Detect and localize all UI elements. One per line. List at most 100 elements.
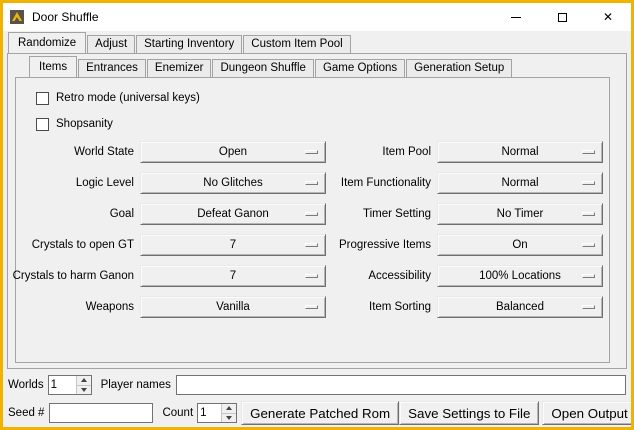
item-functionality-value: Normal	[501, 177, 538, 189]
tab-dungeon-shuffle[interactable]: Dungeon Shuffle	[212, 59, 313, 77]
main-tab-bar: Randomize Adjust Starting Inventory Cust…	[8, 33, 352, 53]
tab-generation-setup[interactable]: Generation Setup	[406, 59, 512, 77]
arrow-down-icon	[226, 416, 232, 420]
dropdown-indicator-icon	[582, 243, 595, 247]
randomize-sub-tab-bar: Items Entrances Enemizer Dungeon Shuffle…	[29, 57, 513, 77]
seed-input[interactable]	[49, 403, 153, 423]
item-sorting-dropdown[interactable]: Balanced	[437, 296, 603, 318]
count-spin-up-button[interactable]	[222, 404, 236, 413]
world-state-label: World State	[74, 146, 134, 158]
tab-randomize[interactable]: Randomize	[8, 32, 86, 53]
item-functionality-label: Item Functionality	[341, 177, 431, 189]
accessibility-dropdown[interactable]: 100% Locations	[437, 265, 603, 287]
worlds-label: Worlds	[8, 379, 44, 391]
item-pool-label: Item Pool	[382, 146, 431, 158]
dropdown-indicator-icon	[305, 212, 318, 216]
dropdown-indicator-icon	[582, 181, 595, 185]
dropdown-indicator-icon	[582, 305, 595, 309]
worlds-spin-up-button[interactable]	[77, 376, 91, 385]
item-sorting-value: Balanced	[496, 301, 544, 313]
arrow-up-icon	[81, 378, 87, 382]
worlds-input[interactable]	[49, 376, 76, 394]
tab-entrances[interactable]: Entrances	[78, 59, 146, 77]
crystals-gt-value: 7	[230, 239, 236, 251]
dropdown-indicator-icon	[305, 274, 318, 278]
goal-value: Defeat Ganon	[197, 208, 269, 220]
seed-label: Seed #	[8, 407, 44, 419]
window: Door Shuffle ✕ Retro mode (universal key…	[0, 0, 634, 430]
progressive-items-dropdown[interactable]: On	[437, 234, 603, 256]
close-icon: ✕	[603, 11, 613, 23]
minimize-button[interactable]	[493, 3, 539, 31]
seed-row: Seed # Count Generate Patched Rom Save S…	[3, 401, 631, 425]
item-pool-value: Normal	[501, 146, 538, 158]
maximize-button[interactable]	[539, 3, 585, 31]
window-controls: ✕	[493, 3, 631, 31]
dropdown-indicator-icon	[582, 150, 595, 154]
generate-patched-rom-button[interactable]: Generate Patched Rom	[241, 401, 399, 425]
titlebar: Door Shuffle ✕	[3, 3, 631, 31]
dropdown-indicator-icon	[582, 274, 595, 278]
dropdown-indicator-icon	[305, 150, 318, 154]
count-spin-down-button[interactable]	[222, 413, 236, 423]
item-pool-dropdown[interactable]: Normal	[437, 141, 603, 163]
maximize-icon	[558, 13, 567, 22]
tab-enemizer[interactable]: Enemizer	[147, 59, 212, 77]
worlds-spinner	[48, 375, 92, 395]
arrow-down-icon	[81, 388, 87, 392]
app-icon	[9, 9, 25, 25]
weapons-value: Vanilla	[216, 301, 250, 313]
logic-level-value: No Glitches	[203, 177, 262, 189]
count-spin-buttons	[221, 404, 236, 422]
dropdown-indicator-icon	[305, 305, 318, 309]
dropdown-indicator-icon	[582, 212, 595, 216]
crystals-ganon-dropdown[interactable]: 7	[140, 265, 326, 287]
weapons-dropdown[interactable]: Vanilla	[140, 296, 326, 318]
shopsanity-checkbox[interactable]	[36, 118, 49, 131]
player-names-input[interactable]	[176, 375, 626, 395]
shopsanity-label: Shopsanity	[56, 118, 113, 130]
close-button[interactable]: ✕	[585, 3, 631, 31]
world-state-dropdown[interactable]: Open	[140, 141, 326, 163]
dropdown-indicator-icon	[305, 181, 318, 185]
goal-label: Goal	[110, 208, 134, 220]
player-names-label: Player names	[101, 379, 171, 391]
accessibility-label: Accessibility	[368, 270, 431, 282]
minimize-icon	[511, 17, 521, 18]
save-settings-button[interactable]: Save Settings to File	[399, 401, 539, 425]
tab-adjust[interactable]: Adjust	[87, 35, 135, 53]
item-functionality-dropdown[interactable]: Normal	[437, 172, 603, 194]
world-state-value: Open	[219, 146, 247, 158]
count-label: Count	[162, 407, 193, 419]
tab-custom-item-pool[interactable]: Custom Item Pool	[243, 35, 350, 53]
items-tab-frame: Retro mode (universal keys) Shopsanity W…	[15, 77, 610, 363]
worlds-spin-buttons	[76, 376, 91, 394]
open-output-directory-button[interactable]: Open Output Directory	[542, 401, 634, 425]
options-grid: World State Open Item Pool Normal Logic …	[22, 141, 603, 318]
progressive-items-label: Progressive Items	[339, 239, 431, 251]
retro-mode-label: Retro mode (universal keys)	[56, 92, 200, 104]
goal-dropdown[interactable]: Defeat Ganon	[140, 203, 326, 225]
dropdown-indicator-icon	[305, 243, 318, 247]
worlds-row: Worlds Player names	[3, 374, 631, 396]
timer-setting-dropdown[interactable]: No Timer	[437, 203, 603, 225]
tab-items[interactable]: Items	[29, 56, 77, 77]
timer-setting-value: No Timer	[497, 208, 544, 220]
logic-level-label: Logic Level	[76, 177, 134, 189]
crystals-ganon-label: Crystals to harm Ganon	[13, 270, 134, 282]
crystals-ganon-value: 7	[230, 270, 236, 282]
worlds-spin-down-button[interactable]	[77, 385, 91, 395]
weapons-label: Weapons	[86, 301, 134, 313]
retro-mode-checkbox[interactable]	[36, 92, 49, 105]
arrow-up-icon	[226, 406, 232, 410]
tab-starting-inventory[interactable]: Starting Inventory	[136, 35, 242, 53]
progressive-items-value: On	[512, 239, 527, 251]
crystals-gt-label: Crystals to open GT	[32, 239, 134, 251]
crystals-gt-dropdown[interactable]: 7	[140, 234, 326, 256]
dialog-body: Retro mode (universal keys) Shopsanity W…	[3, 31, 631, 427]
logic-level-dropdown[interactable]: No Glitches	[140, 172, 326, 194]
tab-game-options[interactable]: Game Options	[315, 59, 405, 77]
accessibility-value: 100% Locations	[479, 270, 561, 282]
count-input[interactable]	[198, 404, 221, 422]
retro-mode-row: Retro mode (universal keys)	[36, 86, 603, 110]
